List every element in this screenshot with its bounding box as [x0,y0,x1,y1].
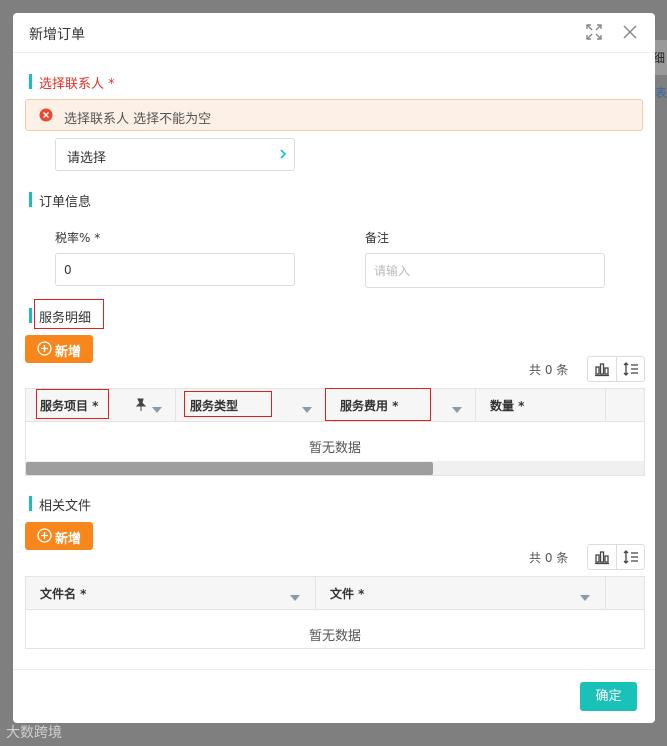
dialog-header: 新增订单 [13,13,655,53]
plus-circle-icon [37,528,52,547]
highlight-box [34,299,104,329]
sort-caret-icon[interactable] [152,402,162,417]
sort-caret-icon[interactable] [302,402,312,417]
add-service-button[interactable]: 新增 [25,335,93,363]
dialog-footer: 确定 [13,669,655,723]
contact-select-placeholder: 请选择 [67,151,107,166]
fullscreen-icon[interactable] [585,23,605,43]
error-icon [39,108,53,126]
column-chart-icon[interactable] [588,357,617,381]
plus-circle-icon [37,341,52,360]
files-toolbar [587,544,645,570]
sort-caret-icon[interactable] [452,402,462,417]
column-chart-icon[interactable] [588,545,617,569]
remark-textarea[interactable] [365,253,605,288]
close-icon[interactable] [621,23,641,43]
order-info-section-title: 订单信息 [29,191,91,210]
remark-label: 备注 [365,231,390,245]
services-toolbar [587,356,645,382]
files-count: 共 0 条 [529,551,569,565]
highlight-box [325,388,431,421]
watermark-logo: 大数跨境 [6,725,62,741]
add-file-button[interactable]: 新增 [25,522,93,550]
tax-rate-input[interactable] [55,253,295,286]
contact-select[interactable]: 请选择 [55,138,295,171]
column-title: 文件 * [330,587,365,601]
pin-icon[interactable] [135,398,147,416]
add-service-label: 新增 [55,345,82,360]
services-empty-text: 暂无数据 [308,441,361,456]
contact-error-alert: 选择联系人 选择不能为空 [25,99,643,131]
column-title: 数量 * [490,399,525,413]
confirm-button[interactable]: 确定 [580,682,637,711]
highlight-box [184,391,272,417]
new-order-dialog: 新增订单 选择联系人 * 选择联系人 选择不能为空 请选择 订单信息 税率% *… [13,13,655,723]
row-height-icon[interactable] [617,357,645,381]
error-message: 选择联系人 选择不能为空 [64,112,212,127]
column-header-quantity[interactable]: 数量 * [476,389,606,421]
contact-section-title: 选择联系人 * [29,73,115,92]
column-header-file[interactable]: 文件 * [316,577,606,609]
column-header-file-name[interactable]: 文件名 * [26,577,316,609]
services-horizontal-scrollbar[interactable] [26,461,644,475]
files-section-title: 相关文件 [29,495,91,514]
files-empty-text: 暂无数据 [308,629,361,644]
scrollbar-thumb[interactable] [26,462,433,475]
column-title: 文件名 * [40,587,87,601]
dialog-title: 新增订单 [29,27,85,43]
sort-caret-icon[interactable] [580,590,590,605]
sort-caret-icon[interactable] [290,590,300,605]
files-table-header: 文件名 * 文件 * [26,577,644,610]
tax-rate-label: 税率% * [55,231,101,245]
services-count: 共 0 条 [529,363,569,377]
chevron-right-icon [278,147,288,165]
highlight-box [36,389,109,419]
files-table: 文件名 * 文件 * 暂无数据 [25,576,645,649]
row-height-icon[interactable] [617,545,645,569]
background-link: 表 [654,86,667,100]
add-file-label: 新增 [55,532,82,547]
